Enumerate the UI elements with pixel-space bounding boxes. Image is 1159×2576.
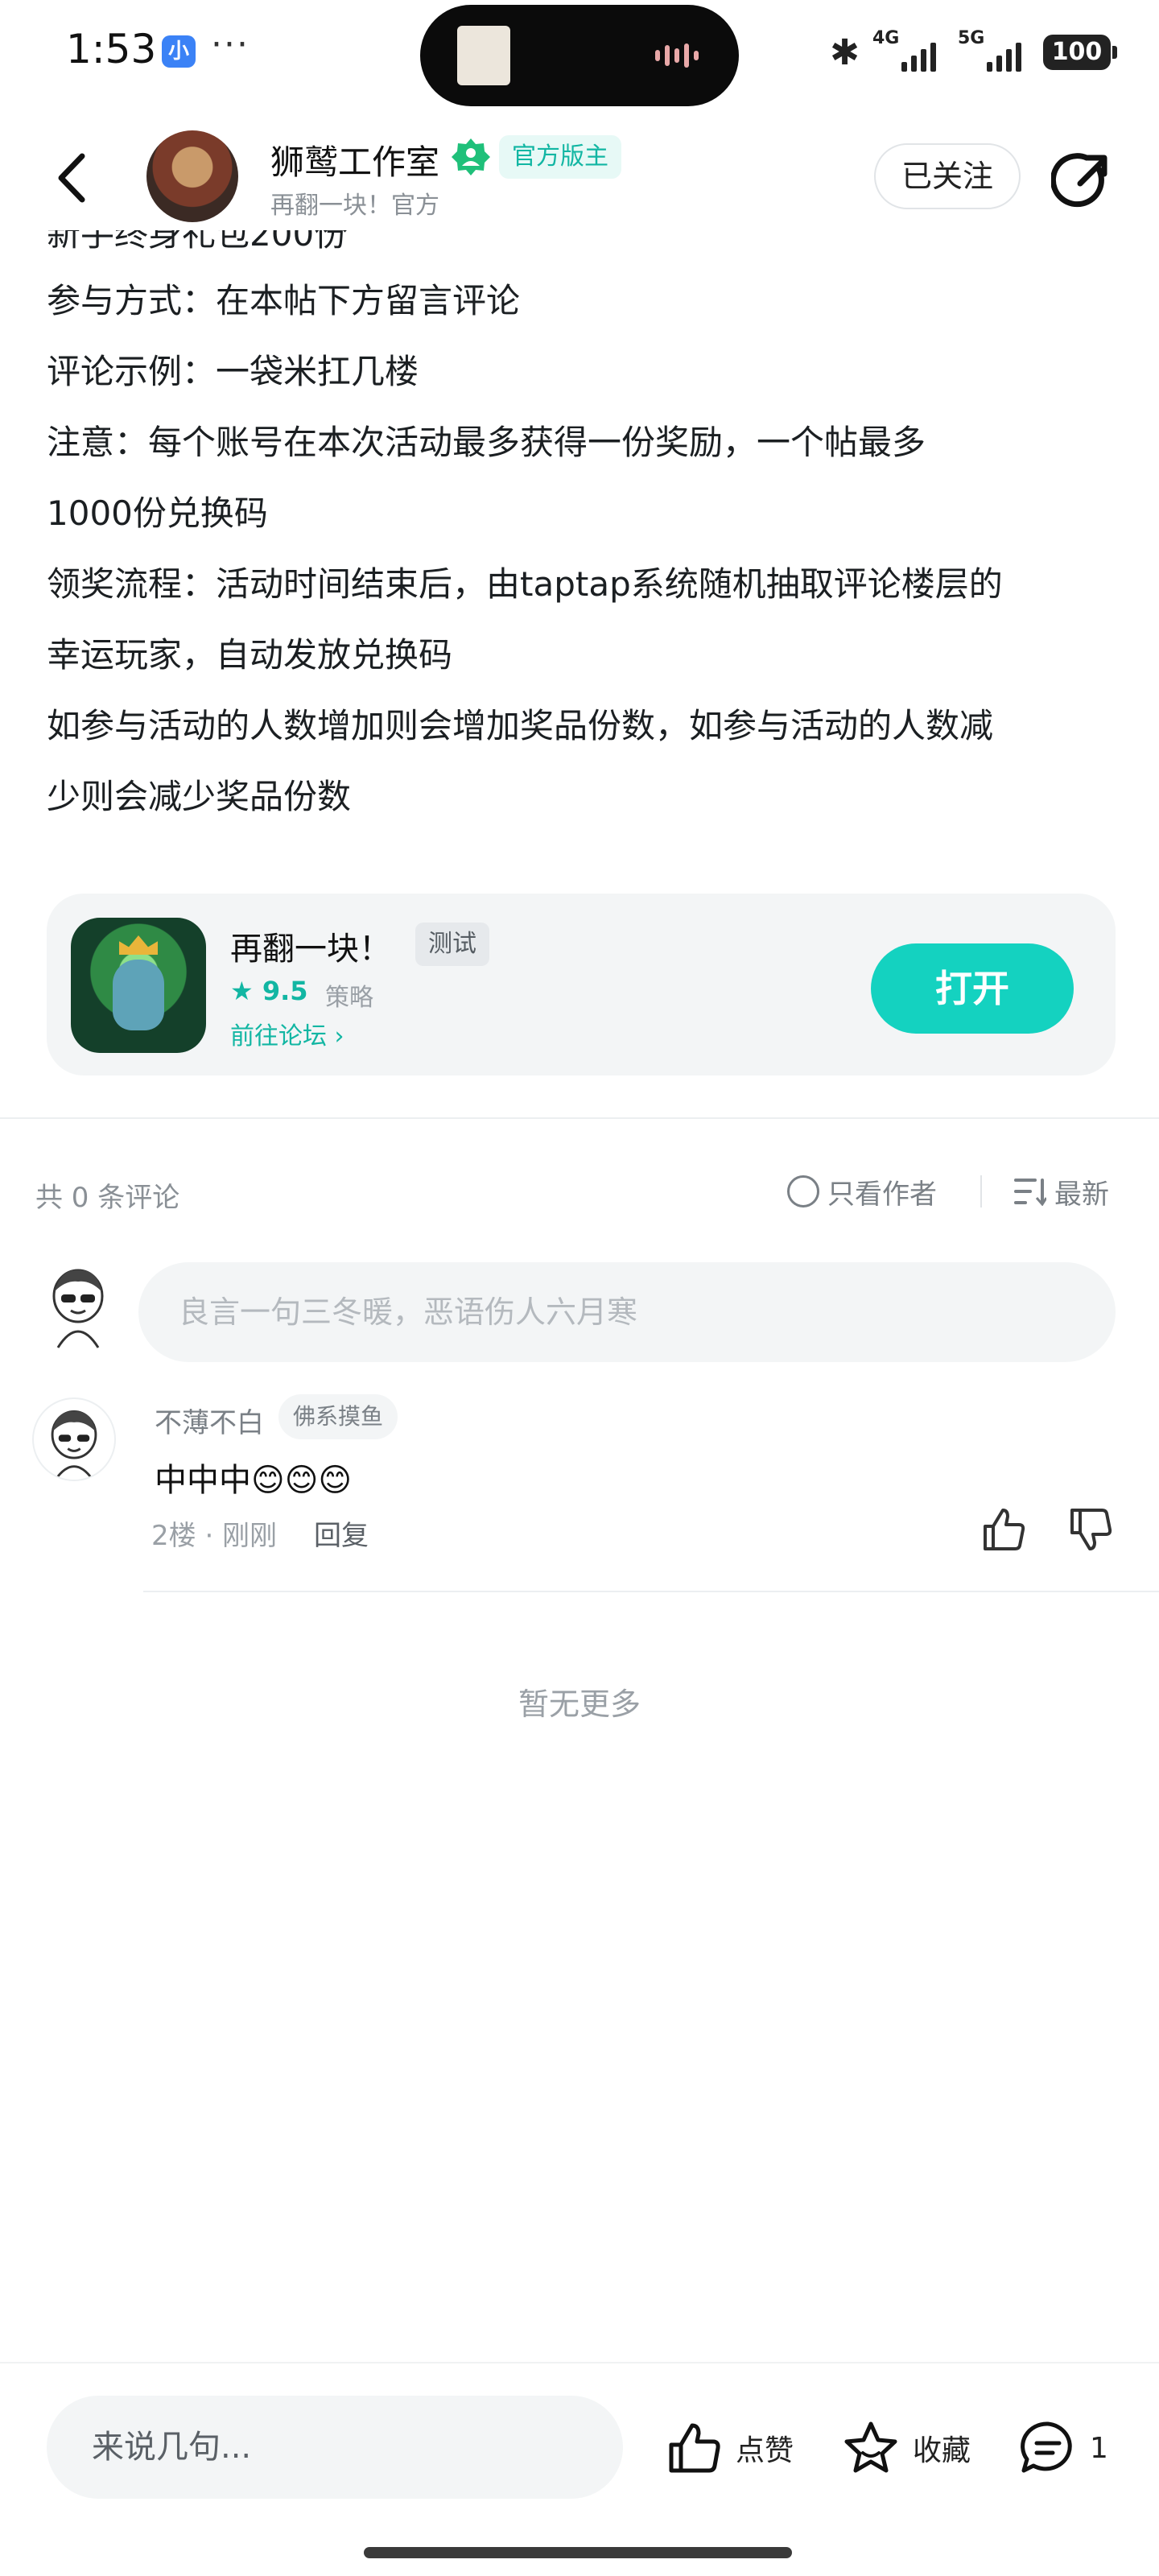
- bottom-action-bar: 来说几句... 点赞 收藏 1: [0, 2363, 1159, 2576]
- system-icons: ✱ 4G 5G 100: [830, 24, 1117, 80]
- more-notifications-icon: ···: [211, 24, 250, 65]
- comment-input[interactable]: [138, 1262, 1116, 1362]
- signal-5g-icon: 5G: [958, 28, 1030, 76]
- favorite-button[interactable]: 收藏: [842, 2420, 971, 2476]
- article-line: 幸运玩家，自动发放兑换码: [47, 635, 453, 675]
- comment-meta: 2楼 · 刚刚: [151, 1520, 278, 1552]
- my-avatar: [52, 1269, 104, 1348]
- sort-label: 最新: [1054, 1178, 1109, 1211]
- audio-wave-icon: [655, 43, 716, 71]
- author-subline: 再翻一块！官方: [270, 192, 439, 220]
- game-name[interactable]: 再翻一块！: [230, 923, 391, 969]
- author-name[interactable]: 狮鹫工作室: [270, 135, 439, 184]
- game-status-tag: 测试: [415, 923, 489, 966]
- article-line: 少则会减少奖品份数: [47, 777, 352, 816]
- bluetooth-icon: ✱: [830, 31, 860, 73]
- game-rating: ★ 9.5: [230, 976, 308, 1006]
- star-icon: [844, 2421, 897, 2473]
- comment-bubble-icon: [1021, 2421, 1072, 2473]
- mi-app-icon: 小: [162, 35, 196, 68]
- article-line: 如参与活动的人数增加则会增加奖品份数，如参与活动的人数减: [47, 706, 994, 745]
- open-game-button[interactable]: 打开: [871, 943, 1074, 1034]
- reply-button[interactable]: 回复: [314, 1513, 369, 1553]
- comments-button[interactable]: 1: [1019, 2420, 1108, 2476]
- radio-circle-icon: [787, 1175, 819, 1208]
- official-moderator-tag: 官方版主: [499, 135, 621, 179]
- no-more-text: 暂无更多: [518, 1686, 641, 1722]
- commenter-name[interactable]: 不薄不白: [155, 1401, 264, 1440]
- only-author-toggle[interactable]: 只看作者: [787, 1174, 937, 1211]
- sort-lines-icon: [1014, 1179, 1046, 1206]
- like-label: 点赞: [736, 2434, 794, 2467]
- author-avatar[interactable]: [146, 130, 238, 222]
- comment-count: 共 0 条评论: [35, 1182, 180, 1214]
- quick-comment-input[interactable]: 来说几句...: [47, 2396, 623, 2499]
- thumbs-up-icon[interactable]: [979, 1505, 1027, 1554]
- article-line: 评论示例：一袋米扛几楼: [47, 352, 419, 391]
- only-author-label: 只看作者: [827, 1178, 937, 1211]
- status-bar: 1:53 小 ··· ✱ 4G 5G 100: [0, 0, 1159, 106]
- section-divider: [0, 1117, 1159, 1119]
- game-genre: 策略: [325, 984, 373, 1012]
- character-figure: [113, 960, 164, 1030]
- comment-divider: [143, 1591, 1159, 1592]
- commenter-badge: 佛系摸鱼: [278, 1394, 398, 1439]
- signal-4g-label: 4G: [872, 28, 900, 48]
- battery-indicator: 100: [1043, 35, 1117, 70]
- status-time: 1:53: [66, 26, 157, 72]
- follow-button[interactable]: 已关注: [874, 143, 1021, 209]
- post-header: 狮鹫工作室 官方版主 再翻一块！官方 已关注: [0, 121, 1159, 233]
- signal-4g-icon: 4G: [872, 28, 945, 76]
- sort-toggle[interactable]: 最新: [1014, 1174, 1109, 1211]
- article-line: 领奖流程：活动时间结束后，由taptap系统随机抽取评论楼层的: [47, 564, 1003, 604]
- back-arrow-icon[interactable]: [50, 150, 98, 206]
- article-line: 注意：每个账号在本次活动最多获得一份奖励，一个帖最多: [47, 423, 926, 462]
- article-line: 参与方式：在本帖下方留言评论: [47, 281, 521, 320]
- comment-text: 中中中😊😊😊: [155, 1462, 353, 1499]
- like-button[interactable]: 点赞: [665, 2420, 794, 2476]
- game-icon[interactable]: [71, 918, 206, 1053]
- forum-link[interactable]: 前往论坛 ›: [230, 1016, 344, 1051]
- post-content: 新手终身礼包200份 参与方式：在本帖下方留言评论 评论示例：一袋米扛几楼 注意…: [47, 230, 1125, 832]
- filter-separator: [980, 1175, 982, 1208]
- share-icon[interactable]: [1051, 150, 1114, 213]
- thumbs-down-icon[interactable]: [1066, 1505, 1114, 1554]
- commenter-avatar[interactable]: [32, 1397, 116, 1481]
- favorite-label: 收藏: [913, 2434, 971, 2467]
- verified-badge-icon: [452, 138, 490, 175]
- home-indicator[interactable]: [364, 2547, 792, 2558]
- dynamic-island[interactable]: [420, 5, 739, 106]
- signal-5g-label: 5G: [958, 28, 985, 48]
- article-line: 新手终身礼包200份: [47, 230, 349, 254]
- media-thumbnail: [457, 26, 510, 85]
- thumbs-up-icon: [669, 2423, 720, 2473]
- crown-icon: [119, 935, 158, 955]
- comment-count-badge: 1: [1090, 2431, 1108, 2465]
- game-card[interactable]: 再翻一块！ 测试 ★ 9.5 策略 前往论坛 › 打开: [47, 894, 1116, 1075]
- article-line: 1000份兑换码: [47, 493, 268, 533]
